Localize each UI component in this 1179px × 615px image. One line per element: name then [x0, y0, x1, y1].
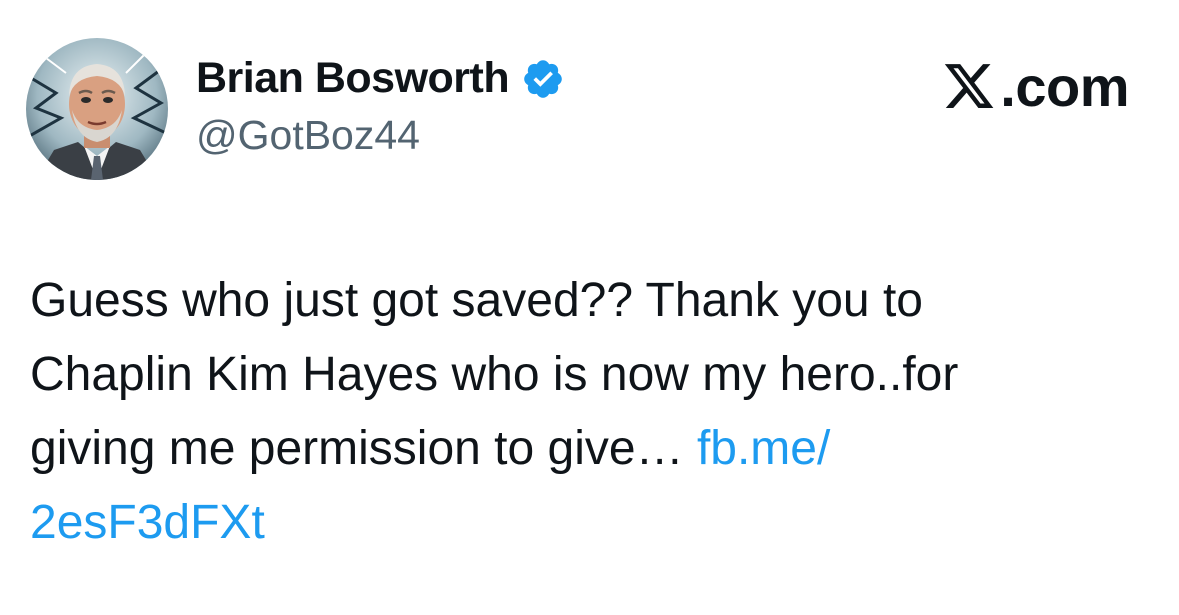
- x-logo-icon: [942, 59, 996, 113]
- x-com-brand: .com: [942, 54, 1129, 118]
- tweet-link-continued[interactable]: 2esF3dFXt: [30, 486, 1150, 560]
- author-avatar[interactable]: [26, 38, 168, 180]
- author-name-row: Brian Bosworth: [196, 52, 565, 104]
- verified-badge-icon[interactable]: [521, 57, 565, 101]
- author-display-name[interactable]: Brian Bosworth: [196, 54, 510, 103]
- tweet-line-3-text: giving me permission to give…: [30, 422, 697, 475]
- tweet-link[interactable]: fb.me/: [697, 422, 830, 475]
- author-handle[interactable]: @GotBoz44: [196, 112, 420, 159]
- brand-text: .com: [1000, 54, 1129, 118]
- tweet-body: Guess who just got saved?? Thank you to …: [30, 264, 1150, 560]
- tweet-line-2: Chaplin Kim Hayes who is now my hero..fo…: [30, 348, 959, 401]
- tweet-line-1: Guess who just got saved?? Thank you to: [30, 274, 923, 327]
- tweet-line-3: giving me permission to give… fb.me/: [30, 412, 1150, 486]
- avatar-portrait: [26, 38, 168, 180]
